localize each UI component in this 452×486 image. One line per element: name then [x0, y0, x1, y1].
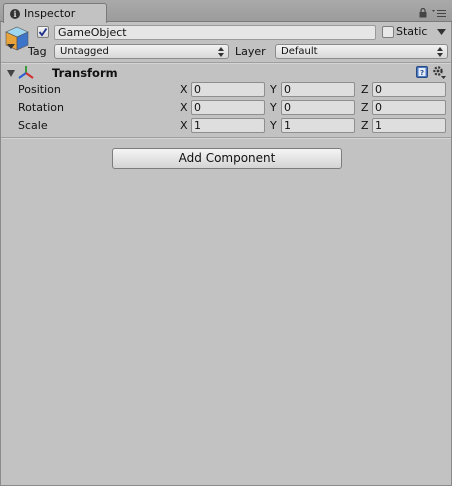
dropdown-arrows-icon [218, 47, 224, 57]
add-component-button[interactable]: Add Component [112, 148, 342, 169]
active-checkbox[interactable] [37, 26, 49, 38]
tab-inspector[interactable]: i Inspector [3, 3, 107, 23]
position-label: Position [18, 83, 61, 96]
scale-y-field[interactable]: 1 [281, 118, 355, 133]
tab-title: Inspector [24, 7, 76, 20]
scale-z-field[interactable]: 1 [372, 118, 446, 133]
rotation-y-field[interactable]: 0 [281, 100, 355, 115]
divider [0, 63, 452, 64]
axis-z-label: Z [361, 83, 369, 96]
layer-value: Default [281, 46, 318, 57]
layer-label: Layer [235, 45, 266, 58]
checkmark-icon [38, 27, 48, 37]
axis-y-label: Y [270, 119, 277, 132]
axis-y-label: Y [270, 101, 277, 114]
axis-z-label: Z [361, 119, 369, 132]
scale-x-field[interactable]: 1 [191, 118, 265, 133]
axis-z-label: Z [361, 101, 369, 114]
tag-dropdown[interactable]: Untagged [54, 44, 229, 59]
rotation-z-field[interactable]: 0 [372, 100, 446, 115]
transform-axes-icon [18, 66, 34, 79]
tag-label: Tag [28, 45, 47, 58]
scale-label: Scale [18, 119, 48, 132]
axis-x-label: X [180, 83, 188, 96]
chevron-down-icon[interactable] [437, 29, 446, 35]
position-y-field[interactable]: 0 [281, 82, 355, 97]
tab-bar: i Inspector [0, 0, 452, 23]
dropdown-arrows-icon [437, 47, 443, 57]
rotation-x-field[interactable]: 0 [191, 100, 265, 115]
lock-icon[interactable] [419, 8, 427, 18]
gear-icon[interactable] [432, 65, 446, 79]
svg-text:?: ? [420, 69, 424, 77]
info-icon: i [10, 8, 20, 19]
foldout-arrow-icon[interactable] [7, 70, 15, 77]
static-label: Static [396, 25, 428, 38]
name-field[interactable]: GameObject [54, 25, 376, 40]
static-checkbox[interactable] [382, 26, 394, 38]
axis-x-label: X [180, 119, 188, 132]
position-z-field[interactable]: 0 [372, 82, 446, 97]
gameobject-cube-icon [5, 26, 29, 51]
transform-title: Transform [52, 66, 118, 80]
help-icon[interactable]: ? [416, 66, 428, 78]
divider [0, 138, 452, 139]
axis-y-label: Y [270, 83, 277, 96]
tag-value: Untagged [60, 46, 109, 57]
menu-icon[interactable] [432, 9, 446, 17]
layer-dropdown[interactable]: Default [275, 44, 448, 59]
rotation-label: Rotation [18, 101, 65, 114]
axis-x-label: X [180, 101, 188, 114]
position-x-field[interactable]: 0 [191, 82, 265, 97]
